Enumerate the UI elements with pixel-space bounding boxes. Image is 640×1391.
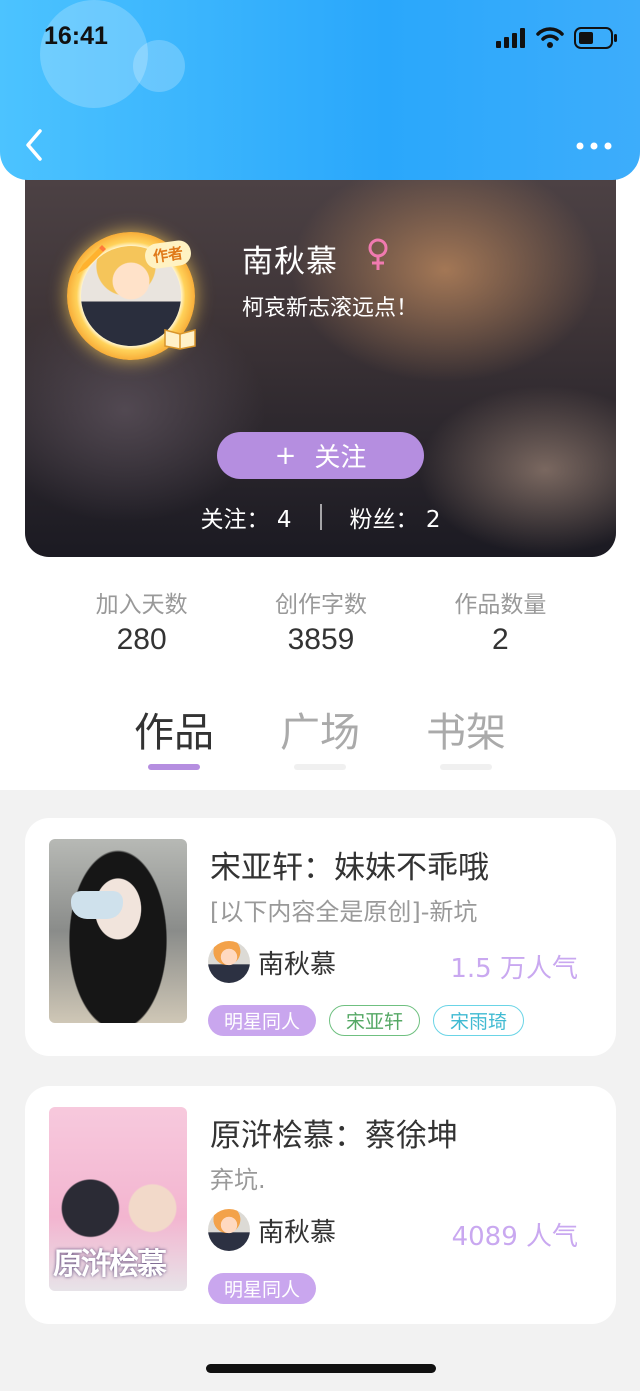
book-card[interactable]: 原浒桧慕 原浒桧慕：蔡徐坤 弃坑. 南秋慕 4089 人气 明星同人 bbox=[25, 1086, 616, 1324]
book-cover: 原浒桧慕 bbox=[49, 1107, 187, 1291]
avatar bbox=[208, 941, 250, 983]
follow-label: 关注 bbox=[314, 443, 367, 473]
wifi-icon bbox=[536, 27, 564, 48]
signal-icon bbox=[496, 28, 525, 48]
battery-icon bbox=[574, 27, 617, 49]
author-name: 南秋慕 bbox=[258, 1217, 337, 1248]
avatar bbox=[208, 1209, 250, 1251]
stat-label: 作品数量 bbox=[454, 592, 547, 618]
profile-motto: 柯哀新志滚远点！ bbox=[242, 296, 419, 321]
stat-word-count: 创作字数 3859 bbox=[231, 557, 410, 680]
tab-bar: 作品 广场 书架 bbox=[0, 700, 640, 780]
stats-bar: 加入天数 280 创作字数 3859 作品数量 2 bbox=[52, 557, 590, 680]
tab-indicator bbox=[148, 764, 200, 770]
tab-label: 作品 bbox=[134, 710, 214, 756]
tab-works[interactable]: 作品 bbox=[114, 700, 234, 770]
decor-bubble bbox=[40, 0, 148, 108]
cover-detail bbox=[71, 891, 123, 919]
stat-value: 2 bbox=[491, 623, 509, 656]
tag[interactable]: 宋雨琦 bbox=[433, 1005, 525, 1036]
stat-join-days: 加入天数 280 bbox=[52, 557, 231, 680]
plus-icon: + bbox=[274, 440, 297, 471]
book-decor-icon bbox=[164, 329, 196, 350]
status-icons bbox=[496, 27, 618, 49]
book-author[interactable]: 南秋慕 bbox=[208, 1209, 336, 1251]
avatar-frame[interactable]: 作者 bbox=[67, 232, 196, 360]
profile-card: 作者 南秋慕 柯哀新志滚远点！ + 关注 关注： 4 粉丝： 2 bbox=[25, 150, 616, 557]
follow-button[interactable]: + 关注 bbox=[217, 432, 424, 479]
stat-value: 3859 bbox=[287, 623, 355, 656]
tab-bookshelf[interactable]: 书架 bbox=[406, 700, 526, 770]
top-header: 16:41 bbox=[0, 0, 640, 180]
tab-label: 书架 bbox=[426, 710, 506, 756]
fans-stat[interactable]: 粉丝： 2 bbox=[350, 500, 441, 534]
home-indicator[interactable] bbox=[206, 1364, 436, 1373]
stat-value: 280 bbox=[116, 623, 167, 656]
book-desc: 弃坑. bbox=[210, 1166, 266, 1194]
tab-indicator bbox=[294, 764, 346, 770]
book-author[interactable]: 南秋慕 bbox=[208, 941, 336, 983]
following-stat[interactable]: 关注： 4 bbox=[201, 500, 292, 534]
cover-title: 原浒桧慕 bbox=[53, 1247, 167, 1282]
tag[interactable]: 明星同人 bbox=[208, 1005, 317, 1036]
tag-list: 明星同人 bbox=[208, 1273, 317, 1304]
author-name: 南秋慕 bbox=[258, 949, 337, 980]
popularity-count: 4089 人气 bbox=[451, 1222, 578, 1252]
stat-label: 加入天数 bbox=[95, 592, 188, 618]
book-title: 原浒桧慕：蔡徐坤 bbox=[210, 1118, 458, 1154]
tag-list: 明星同人 宋亚轩 宋雨琦 bbox=[208, 1005, 525, 1036]
decor-bubble bbox=[133, 40, 185, 92]
pencil-decor-icon bbox=[77, 245, 106, 274]
follow-stats: 关注： 4 粉丝： 2 bbox=[25, 500, 616, 534]
tab-label: 广场 bbox=[280, 710, 360, 756]
profile-name: 南秋慕 bbox=[242, 244, 338, 280]
book-desc: [以下内容全是原创]-新坑 bbox=[210, 898, 478, 926]
author-badge: 作者 bbox=[143, 238, 193, 271]
fans-count: 2 bbox=[425, 507, 441, 533]
stat-works-count: 作品数量 2 bbox=[411, 557, 590, 680]
tab-indicator bbox=[440, 764, 492, 770]
book-card[interactable]: 宋亚轩：妹妹不乖哦 [以下内容全是原创]-新坑 南秋慕 1.5 万人气 明星同人… bbox=[25, 818, 616, 1056]
status-time: 16:41 bbox=[44, 22, 108, 50]
stat-label: 创作字数 bbox=[274, 592, 367, 618]
fans-label: 粉丝： bbox=[349, 507, 419, 533]
tag[interactable]: 宋亚轩 bbox=[329, 1005, 421, 1036]
following-count: 4 bbox=[276, 507, 292, 533]
following-label: 关注： bbox=[200, 507, 270, 533]
tag[interactable]: 明星同人 bbox=[208, 1273, 317, 1304]
female-icon bbox=[368, 238, 388, 270]
more-icon[interactable] bbox=[574, 132, 614, 156]
popularity-count: 1.5 万人气 bbox=[450, 954, 578, 984]
book-cover bbox=[49, 839, 187, 1023]
tab-square[interactable]: 广场 bbox=[260, 700, 380, 770]
book-title: 宋亚轩：妹妹不乖哦 bbox=[210, 850, 489, 886]
divider bbox=[319, 504, 322, 530]
back-icon[interactable] bbox=[18, 125, 54, 165]
